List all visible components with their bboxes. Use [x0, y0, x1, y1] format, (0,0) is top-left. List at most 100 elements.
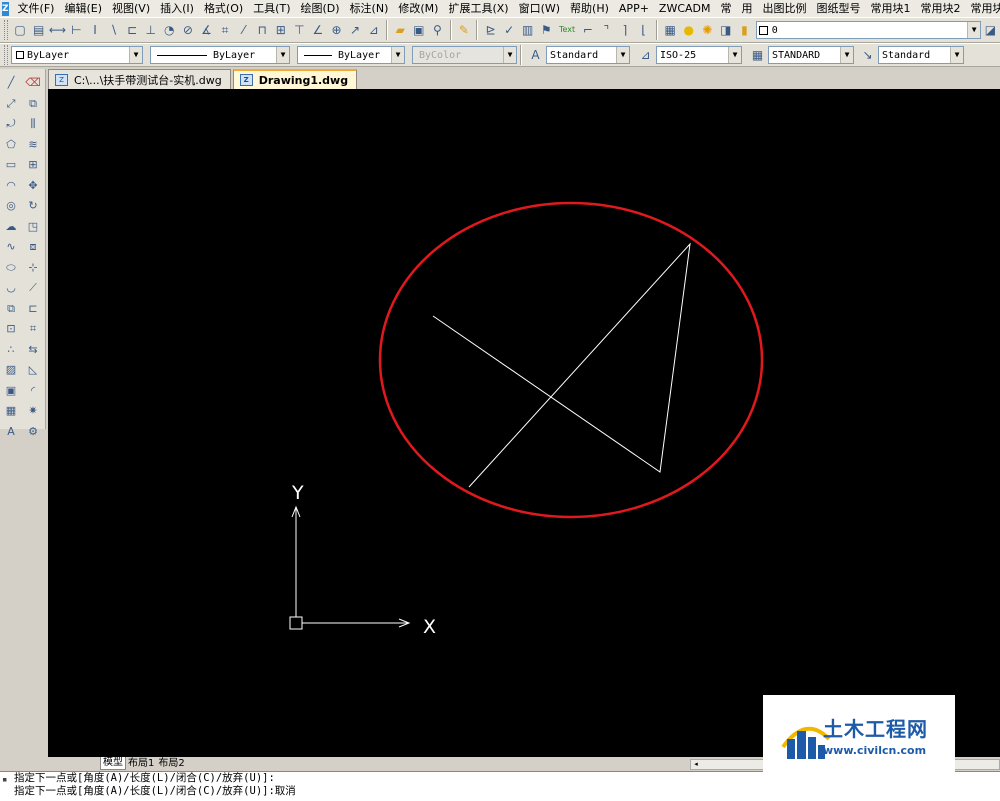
- dim-angular-icon[interactable]: ∖: [105, 21, 122, 40]
- ellipse-arc-icon[interactable]: ◡: [2, 279, 20, 296]
- revision-cloud-icon[interactable]: ☁: [2, 218, 20, 235]
- new-drawing-icon[interactable]: ▢: [12, 21, 29, 40]
- polygon-icon[interactable]: ⬠: [2, 136, 20, 153]
- menu-insert[interactable]: 插入(I): [155, 0, 199, 17]
- dim-style-manager-icon[interactable]: ⊿: [636, 46, 655, 65]
- leader-icon[interactable]: ⌐: [580, 21, 597, 40]
- tab-model[interactable]: 模型: [100, 757, 126, 770]
- folder-icon[interactable]: ▰: [392, 21, 409, 40]
- dim-jogged-icon[interactable]: ∡: [198, 21, 215, 40]
- chart-icon[interactable]: ▥: [519, 21, 536, 40]
- dim-break-icon[interactable]: ⊞: [272, 21, 289, 40]
- menu-express-tools[interactable]: 扩展工具(X): [443, 0, 513, 17]
- properties-palette-icon[interactable]: ⚙: [24, 423, 42, 440]
- pencil-icon[interactable]: ✎: [456, 21, 473, 40]
- menu-chang[interactable]: 常: [716, 0, 737, 17]
- menu-tools[interactable]: 工具(T): [248, 0, 295, 17]
- offset-icon[interactable]: ≋: [24, 136, 42, 153]
- dim-baseline-icon[interactable]: ⊥: [142, 21, 159, 40]
- dim-style-combo[interactable]: ISO-25 ▼: [656, 46, 742, 64]
- menu-file[interactable]: 文件(F): [13, 0, 60, 17]
- table-style-combo[interactable]: STANDARD ▼: [768, 46, 854, 64]
- flag-icon[interactable]: ⚑: [538, 21, 555, 40]
- menu-yong[interactable]: 用: [737, 0, 758, 17]
- menu-blocks-2[interactable]: 常用块2: [916, 0, 966, 17]
- dim-edit-icon[interactable]: ⊤: [291, 21, 308, 40]
- text-style-combo[interactable]: Standard ▼: [546, 46, 630, 64]
- lineweight-combo[interactable]: ByLayer ▼: [297, 46, 405, 64]
- check-icon[interactable]: ✓: [501, 21, 518, 40]
- color-combo[interactable]: ByLayer ▼: [11, 46, 143, 64]
- dim-tolerance-icon[interactable]: ⌗: [217, 21, 234, 40]
- corner-icon[interactable]: ⌝: [598, 21, 615, 40]
- menu-plot-scale[interactable]: 出图比例: [758, 0, 812, 17]
- extend-icon[interactable]: ⟋: [24, 279, 42, 296]
- explode-icon[interactable]: ✷: [24, 402, 42, 419]
- layer-manager-icon[interactable]: ▦: [662, 21, 679, 40]
- dim-ordinate-icon[interactable]: I: [87, 21, 104, 40]
- dim-leader-icon[interactable]: ⁄: [235, 21, 252, 40]
- menu-dimension[interactable]: 标注(N): [345, 0, 394, 17]
- stretch-icon[interactable]: ⧈: [24, 238, 42, 255]
- menu-blocks-3[interactable]: 常用块3: [966, 0, 1000, 17]
- array-icon[interactable]: ⊞: [24, 156, 42, 173]
- copy-icon[interactable]: ⧉: [24, 95, 42, 112]
- circle-icon[interactable]: ◎: [2, 197, 20, 214]
- menu-edit[interactable]: 编辑(E): [59, 0, 107, 17]
- center-mark-icon[interactable]: ⊕: [328, 21, 345, 40]
- tab-drawing1[interactable]: Z Drawing1.dwg: [232, 69, 358, 89]
- scroll-left-icon[interactable]: ◂: [691, 760, 701, 769]
- rectangle-icon[interactable]: ▭: [2, 156, 20, 173]
- layer-previous-icon[interactable]: ◪: [982, 21, 999, 40]
- chevron-down-icon[interactable]: ▼: [967, 22, 981, 38]
- spline-icon[interactable]: ∿: [2, 238, 20, 255]
- tab-layout1[interactable]: 布局1: [126, 758, 156, 770]
- scale-icon[interactable]: ◳: [24, 218, 42, 235]
- tab-layout2[interactable]: 布局2: [156, 758, 186, 770]
- rotate-icon[interactable]: ↻: [24, 197, 42, 214]
- multileader-style-icon[interactable]: ↘: [858, 46, 877, 65]
- polyline-bowtie[interactable]: [432, 242, 691, 488]
- dim-style-icon[interactable]: ⊿: [365, 21, 382, 40]
- layer-combo[interactable]: 0 ▼: [755, 21, 982, 39]
- text-icon[interactable]: Text: [557, 21, 578, 40]
- multileader-style-combo[interactable]: Standard ▼: [878, 46, 964, 64]
- menu-help[interactable]: 帮助(H): [565, 0, 614, 17]
- menu-draw[interactable]: 绘图(D): [296, 0, 345, 17]
- tab-drawing-test-bench[interactable]: Z C:\...\扶手带测试台-实机.dwg: [48, 69, 231, 89]
- rectangle-tool-icon[interactable]: ⌉: [617, 21, 634, 40]
- dim-linear-icon[interactable]: ⟷: [49, 21, 66, 40]
- menu-window[interactable]: 窗口(W): [514, 0, 565, 17]
- make-block-icon[interactable]: ⊡: [2, 320, 20, 337]
- drawing-canvas[interactable]: Y X: [48, 89, 1000, 757]
- menu-format[interactable]: 格式(O): [199, 0, 248, 17]
- table-icon[interactable]: ▦: [2, 402, 20, 419]
- dim-aligned-icon[interactable]: ⊢: [68, 21, 85, 40]
- dim-radius-icon[interactable]: ◔: [161, 21, 178, 40]
- mtext-icon[interactable]: A: [2, 423, 20, 440]
- dim-arc-icon[interactable]: ⊏: [124, 21, 141, 40]
- toolbar-grip[interactable]: [4, 20, 8, 40]
- lock-icon[interactable]: ▮: [736, 21, 753, 40]
- chevron-down-icon[interactable]: ▼: [616, 47, 629, 63]
- chevron-down-icon[interactable]: ▼: [950, 47, 963, 63]
- dim-diameter-icon[interactable]: ⊘: [180, 21, 197, 40]
- fillet-icon[interactable]: ◜: [24, 382, 42, 399]
- menu-modify[interactable]: 修改(M): [393, 0, 443, 17]
- point-icon[interactable]: ∴: [2, 341, 20, 358]
- bulb-icon[interactable]: ●: [680, 21, 697, 40]
- chevron-down-icon[interactable]: ▼: [840, 47, 853, 63]
- construction-line-icon[interactable]: ⤢: [2, 95, 20, 112]
- arc-icon[interactable]: ◠: [2, 177, 20, 194]
- axis-icon[interactable]: ⌊: [635, 21, 652, 40]
- break-icon[interactable]: ⌗: [24, 320, 42, 337]
- chevron-down-icon[interactable]: ▼: [276, 47, 289, 63]
- sun-icon[interactable]: ✺: [699, 21, 716, 40]
- chamfer-icon[interactable]: ◺: [24, 361, 42, 378]
- app-logo-icon[interactable]: Z: [2, 1, 9, 16]
- line-icon[interactable]: ╱: [2, 74, 20, 91]
- menu-view[interactable]: 视图(V): [107, 0, 155, 17]
- move-icon[interactable]: ✥: [24, 177, 42, 194]
- menu-sheet-size[interactable]: 图纸型号: [812, 0, 866, 17]
- toolbar-grip[interactable]: [4, 45, 8, 65]
